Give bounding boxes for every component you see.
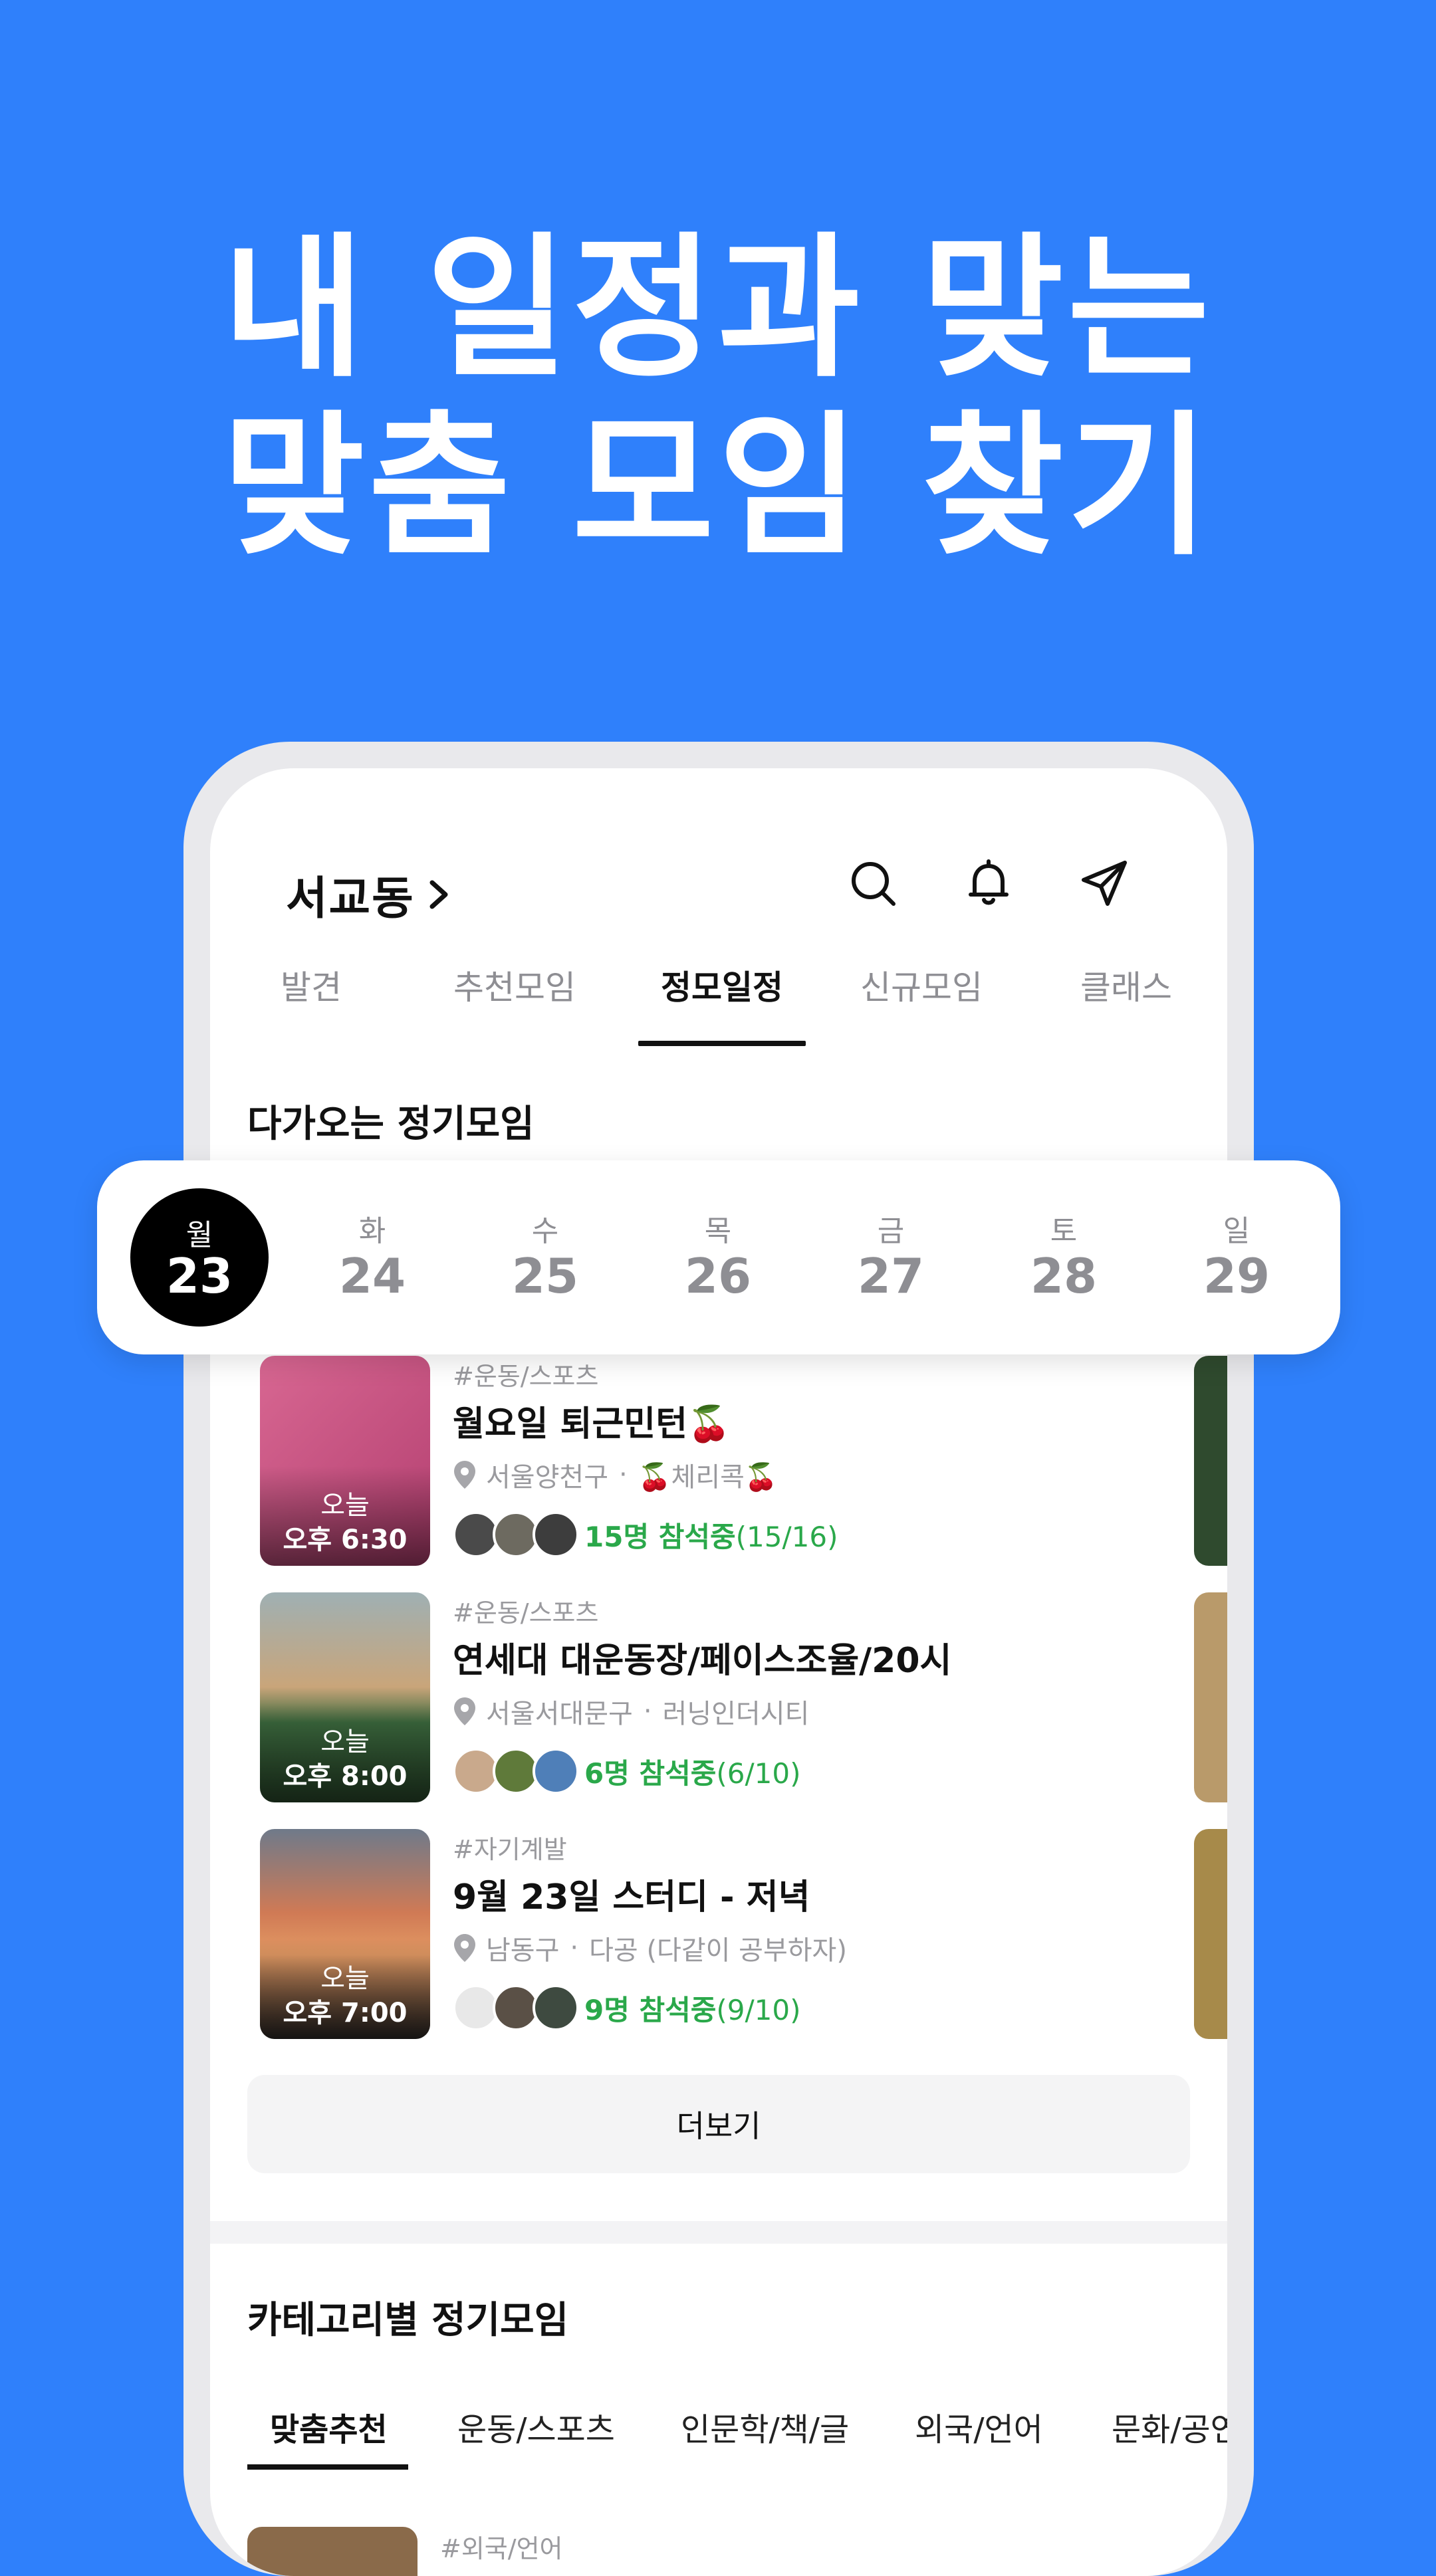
date-number: 29 — [1203, 1248, 1270, 1304]
next-card-peek — [1194, 1356, 1227, 1566]
location-pin-icon — [454, 1461, 475, 1489]
date-item[interactable]: 목 26 — [652, 1160, 784, 1354]
meeting-card[interactable]: 오늘 오후 7:00 #자기계발 9월 23일 스터디 - 저녁 남동구 · 다… — [260, 1829, 1227, 2039]
date-selector: 월 23 화 24 수 25 목 26 금 27 토 28 일 29 — [97, 1160, 1340, 1354]
category-section-title: 카테고리별 정기모임 — [247, 2299, 569, 2342]
category-tab-sports[interactable]: 운동/스포츠 — [457, 2403, 615, 2450]
meeting-time: 오후 8:00 — [283, 1761, 408, 1792]
meeting-title: 연세대 대운동장/페이스조율/20시 — [453, 1641, 952, 1681]
category-tab-recommended[interactable]: 맞춤추천 — [270, 2403, 388, 2450]
date-weekday: 월 — [185, 1218, 213, 1252]
category-tab-language[interactable]: 외국/언어 — [915, 2403, 1043, 2450]
phone-screen: 서교동 발견 추천모임 정모일정 신규모임 클래스 다가오는 정기모임 오늘 오… — [210, 768, 1227, 2576]
date-number: 28 — [1030, 1248, 1098, 1304]
attendees: 9명 참석중(9/10) — [453, 1985, 801, 2031]
meeting-category: #운동/스포츠 — [453, 1362, 599, 1391]
meeting-day: 오늘 — [320, 1490, 370, 1521]
date-number: 24 — [338, 1248, 406, 1304]
meeting-location: 남동구 · 다공 (다같이 공부하자) — [453, 1929, 847, 1967]
promo-headline: 내 일정과 맞는 맞춤 모임 찾기 — [0, 219, 1436, 576]
meeting-thumbnail: 오늘 오후 7:00 — [260, 1829, 430, 2039]
meeting-title: 월요일 퇴근민턴🍒 — [453, 1404, 731, 1444]
avatar — [533, 1511, 579, 1558]
meeting-location: 서울서대문구 · 러닝인더시티 — [453, 1692, 809, 1731]
attendee-count: 9명 참석중(9/10) — [584, 1993, 801, 2026]
date-number: 27 — [857, 1248, 925, 1304]
location-pin-icon — [454, 1934, 475, 1962]
upcoming-title: 다가오는 정기모임 — [247, 1103, 535, 1146]
category-tab-culture[interactable]: 문화/공연 — [1112, 2403, 1227, 2450]
date-number: 26 — [684, 1248, 752, 1304]
bell-icon[interactable] — [963, 857, 1015, 909]
attendees: 15명 참석중(15/16) — [453, 1511, 838, 1558]
chevron-right-icon — [429, 880, 448, 909]
meeting-day: 오늘 — [320, 1963, 370, 1994]
date-weekday: 토 — [1050, 1214, 1078, 1248]
meeting-card[interactable]: 오늘 오후 6:30 #운동/스포츠 월요일 퇴근민턴🍒 서울양천구 · 🍒체리… — [260, 1356, 1227, 1566]
date-weekday: 일 — [1223, 1214, 1251, 1248]
location-label: 서교동 — [286, 873, 415, 925]
attendees: 6명 참석중(6/10) — [453, 1748, 801, 1794]
date-item[interactable]: 수 25 — [479, 1160, 612, 1354]
section-divider — [210, 2221, 1227, 2244]
headline-line-2: 맞춤 모임 찾기 — [222, 397, 1214, 576]
meeting-district: 서울양천구 — [486, 1462, 608, 1493]
category-tab-humanities[interactable]: 인문학/책/글 — [681, 2403, 849, 2450]
date-weekday: 수 — [531, 1214, 559, 1248]
location-pin-icon — [454, 1697, 475, 1725]
meeting-group: 🍒체리콕🍒 — [638, 1462, 778, 1493]
meeting-location: 서울양천구 · 🍒체리콕🍒 — [453, 1455, 778, 1494]
headline-line-1: 내 일정과 맞는 — [222, 219, 1214, 398]
tab-class[interactable]: 클래스 — [1080, 961, 1172, 1009]
location-selector[interactable]: 서교동 — [286, 861, 456, 927]
next-card-peek — [1194, 1592, 1227, 1802]
more-button[interactable]: 더보기 — [247, 2075, 1190, 2173]
meeting-title: 9월 23일 스터디 - 저녁 — [453, 1878, 810, 1917]
meeting-day: 오늘 — [320, 1727, 370, 1757]
meeting-time: 오후 6:30 — [283, 1525, 408, 1555]
meeting-time: 오후 7:00 — [283, 1998, 408, 2028]
avatar — [533, 1985, 579, 2031]
date-item[interactable]: 화 24 — [306, 1160, 439, 1354]
send-icon[interactable] — [1078, 857, 1130, 909]
meeting-thumbnail — [247, 2527, 418, 2576]
meeting-category: #외국/언어 — [440, 2534, 563, 2563]
tab-discover[interactable]: 발견 — [281, 961, 342, 1009]
date-weekday: 금 — [877, 1214, 905, 1248]
meeting-thumbnail: 오늘 오후 6:30 — [260, 1356, 430, 1566]
date-item[interactable]: 금 27 — [824, 1160, 957, 1354]
active-category-indicator — [247, 2464, 408, 2470]
meeting-card[interactable]: 오늘 오후 8:00 #운동/스포츠 연세대 대운동장/페이스조율/20시 서울… — [260, 1592, 1227, 1802]
date-item[interactable]: 일 29 — [1170, 1160, 1303, 1354]
meeting-district: 서울서대문구 — [486, 1699, 633, 1729]
meeting-thumbnail: 오늘 오후 8:00 — [260, 1592, 430, 1802]
top-tabs: 발견 추천모임 정모일정 신규모임 클래스 — [210, 961, 1227, 1041]
date-item[interactable]: 토 28 — [997, 1160, 1130, 1354]
meeting-group: 다공 (다같이 공부하자) — [589, 1935, 847, 1966]
date-number: 25 — [511, 1248, 579, 1304]
date-weekday: 화 — [358, 1214, 386, 1248]
tab-schedule[interactable]: 정모일정 — [661, 961, 783, 1009]
date-weekday: 목 — [704, 1214, 732, 1248]
meeting-category: #운동/스포츠 — [453, 1598, 599, 1628]
search-icon[interactable] — [847, 857, 899, 909]
meeting-district: 남동구 — [486, 1935, 560, 1966]
attendee-count: 6명 참석중(6/10) — [584, 1757, 801, 1790]
date-item-selected[interactable]: 월 23 — [130, 1160, 269, 1354]
active-tab-indicator — [638, 1041, 806, 1046]
app-store-screenshot: 내 일정과 맞는 맞춤 모임 찾기 서교동 발견 추천모임 정모일정 신규모임 … — [0, 0, 1436, 2576]
avatar — [533, 1748, 579, 1794]
date-number: 23 — [166, 1248, 233, 1304]
tab-new[interactable]: 신규모임 — [860, 961, 983, 1009]
tab-recommended[interactable]: 추천모임 — [453, 961, 576, 1009]
meeting-group: 러닝인더시티 — [662, 1699, 810, 1729]
attendee-count: 15명 참석중(15/16) — [584, 1520, 838, 1553]
next-card-peek — [1194, 1829, 1227, 2039]
meeting-category: #자기계발 — [453, 1835, 567, 1864]
